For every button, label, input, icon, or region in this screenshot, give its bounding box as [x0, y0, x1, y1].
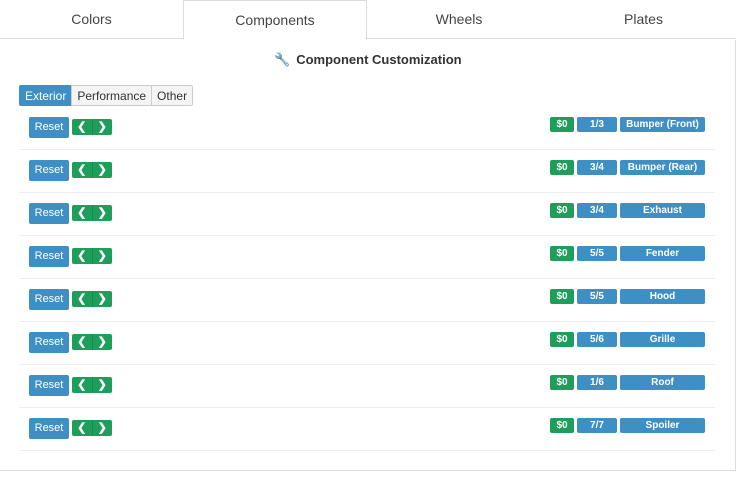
component-row: Reset ❮ ❯ $0 5/6 Grille [19, 322, 715, 365]
chevron-left-icon[interactable]: ❮ [72, 162, 92, 178]
component-row: Reset ❮ ❯ $0 1/3 Bumper (Front) [19, 107, 715, 150]
option-count-badge: 1/6 [577, 375, 617, 390]
reset-button[interactable]: Reset [29, 375, 69, 396]
main-tabs: Colors Components Wheels Plates [0, 0, 736, 40]
component-name-badge: Spoiler [620, 418, 705, 433]
option-count-badge: 3/4 [577, 160, 617, 175]
component-name-badge: Fender [620, 246, 705, 261]
option-count-badge: 5/5 [577, 246, 617, 261]
option-count-badge: 1/3 [577, 117, 617, 132]
panel-divider [0, 470, 736, 471]
price-badge: $0 [550, 289, 574, 304]
component-cycle-buttons: ❮ ❯ [72, 205, 112, 221]
component-row: Reset ❮ ❯ $0 5/5 Hood [19, 279, 715, 322]
reset-button[interactable]: Reset [29, 246, 69, 267]
component-row: Reset ❮ ❯ $0 7/7 Spoiler [19, 408, 715, 451]
component-name-badge: Grille [620, 332, 705, 347]
price-badge: $0 [550, 160, 574, 175]
component-category-tabs: Exterior Performance Other [19, 85, 194, 106]
subtab-performance[interactable]: Performance [71, 85, 153, 106]
subtab-exterior[interactable]: Exterior [19, 85, 73, 106]
component-cycle-buttons: ❮ ❯ [72, 248, 112, 264]
section-heading: 🔧 Component Customization [0, 52, 736, 68]
chevron-left-icon[interactable]: ❮ [72, 248, 92, 264]
price-badge: $0 [550, 332, 574, 347]
subtab-other[interactable]: Other [151, 85, 194, 106]
component-cycle-buttons: ❮ ❯ [72, 291, 112, 307]
option-count-badge: 5/5 [577, 289, 617, 304]
component-row: Reset ❮ ❯ $0 5/5 Fender [19, 236, 715, 279]
price-badge: $0 [550, 117, 574, 132]
reset-button[interactable]: Reset [29, 203, 69, 224]
tab-components[interactable]: Components [183, 0, 367, 40]
chevron-right-icon[interactable]: ❯ [91, 420, 113, 436]
component-row: Reset ❮ ❯ $0 1/6 Roof [19, 365, 715, 408]
wrench-icon: 🔧 [274, 52, 291, 67]
component-name-badge: Bumper (Rear) [620, 160, 705, 175]
price-badge: $0 [550, 246, 574, 261]
component-cycle-buttons: ❮ ❯ [72, 334, 112, 350]
option-count-badge: 7/7 [577, 418, 617, 433]
price-badge: $0 [550, 203, 574, 218]
chevron-left-icon[interactable]: ❮ [72, 420, 92, 436]
chevron-left-icon[interactable]: ❮ [72, 291, 92, 307]
component-cycle-buttons: ❮ ❯ [72, 162, 112, 178]
chevron-right-icon[interactable]: ❯ [91, 119, 113, 135]
chevron-right-icon[interactable]: ❯ [91, 162, 113, 178]
chevron-right-icon[interactable]: ❯ [91, 334, 113, 350]
section-heading-text: Component Customization [296, 52, 462, 67]
chevron-left-icon[interactable]: ❮ [72, 334, 92, 350]
reset-button[interactable]: Reset [29, 332, 69, 353]
reset-button[interactable]: Reset [29, 160, 69, 181]
tab-plates[interactable]: Plates [551, 0, 736, 39]
chevron-right-icon[interactable]: ❯ [91, 377, 113, 393]
chevron-right-icon[interactable]: ❯ [91, 205, 113, 221]
price-badge: $0 [550, 375, 574, 390]
component-name-badge: Roof [620, 375, 705, 390]
reset-button[interactable]: Reset [29, 289, 69, 310]
option-count-badge: 3/4 [577, 203, 617, 218]
chevron-right-icon[interactable]: ❯ [91, 291, 113, 307]
reset-button[interactable]: Reset [29, 117, 69, 138]
chevron-left-icon[interactable]: ❮ [72, 377, 92, 393]
chevron-left-icon[interactable]: ❮ [72, 205, 92, 221]
option-count-badge: 5/6 [577, 332, 617, 347]
chevron-right-icon[interactable]: ❯ [91, 248, 113, 264]
component-cycle-buttons: ❮ ❯ [72, 377, 112, 393]
component-cycle-buttons: ❮ ❯ [72, 119, 112, 135]
chevron-left-icon[interactable]: ❮ [72, 119, 92, 135]
price-badge: $0 [550, 418, 574, 433]
component-row: Reset ❮ ❯ $0 3/4 Exhaust [19, 193, 715, 236]
component-cycle-buttons: ❮ ❯ [72, 420, 112, 436]
component-list: Reset ❮ ❯ $0 1/3 Bumper (Front) Reset ❮ ❯ $0 3/4 Bu… [19, 107, 715, 451]
tab-wheels[interactable]: Wheels [367, 0, 551, 39]
component-name-badge: Exhaust [620, 203, 705, 218]
component-name-badge: Bumper (Front) [620, 117, 705, 132]
component-name-badge: Hood [620, 289, 705, 304]
component-row: Reset ❮ ❯ $0 3/4 Bumper (Rear) [19, 150, 715, 193]
reset-button[interactable]: Reset [29, 418, 69, 439]
tab-colors[interactable]: Colors [0, 0, 183, 39]
